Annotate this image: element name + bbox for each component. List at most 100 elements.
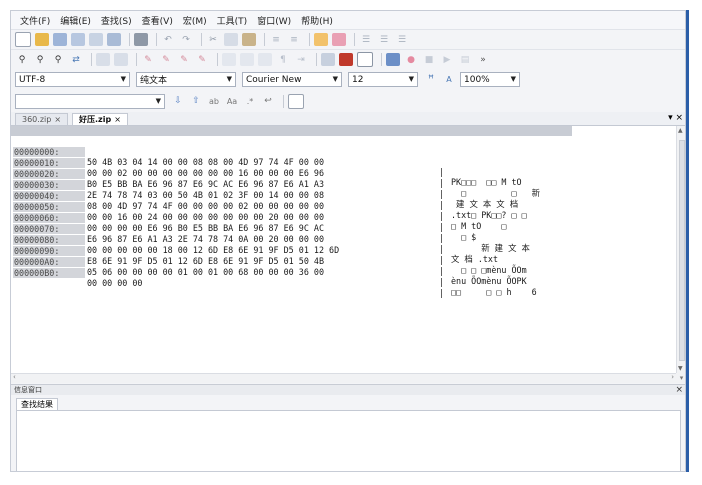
hex-row[interactable]: 000000B0: 00 00 00 00 | <box>11 258 444 298</box>
row-ascii[interactable]: □ □ □mènu ÕΟm <box>451 265 527 275</box>
scrollbar-thumb[interactable] <box>679 140 685 361</box>
save-icon[interactable] <box>53 33 67 46</box>
row-bytes[interactable]: 00 00 00 00 E6 96 B0 E5 BB BA E6 96 87 E… <box>87 223 324 233</box>
hex-row[interactable]: 00000030: 2E 74 78 74 03 00 50 4B 01 02 … <box>11 170 527 220</box>
clear-highlight-icon[interactable]: ✎ <box>195 53 209 66</box>
outdent-icon[interactable]: ≡ <box>287 33 301 46</box>
find-results-list[interactable] <box>16 410 681 471</box>
redo-icon[interactable]: ↷ <box>179 33 193 46</box>
search-up-icon[interactable]: ⇧ <box>189 95 203 108</box>
replace-icon[interactable]: ⇄ <box>69 53 83 66</box>
open-recent-icon[interactable] <box>89 33 103 46</box>
bookmark-icon[interactable] <box>114 53 128 66</box>
row-bytes[interactable]: 08 00 4D 97 74 4F 00 00 00 00 02 00 00 0… <box>87 201 324 211</box>
quick-search-input[interactable]: ▼ <box>15 93 165 109</box>
scroll-left-icon[interactable]: ‹ <box>13 373 16 381</box>
row-bytes[interactable]: 00 00 02 00 00 00 00 00 00 00 16 00 00 0… <box>87 168 324 178</box>
align-icon[interactable]: ☰ <box>377 33 391 46</box>
row-ascii[interactable]: □□ □ □ h 6 <box>451 287 537 297</box>
copy-icon[interactable] <box>224 33 238 46</box>
tab-360-zip[interactable]: 360.zip × <box>15 113 69 125</box>
font-select[interactable]: Courier New ▼ <box>242 72 342 87</box>
tab-haoya-zip[interactable]: 好压.zip × <box>72 113 128 125</box>
encoding-select[interactable]: UTF-8 ▼ <box>15 72 130 87</box>
row-ascii[interactable]: 建 文 本 文 档 <box>451 199 518 209</box>
row-ascii[interactable]: 文 档 .txt <box>451 254 498 264</box>
find-icon[interactable]: ⚲ <box>15 53 29 66</box>
row-ascii[interactable]: .txt□ PK□□? □ □ <box>451 210 527 220</box>
uncomment-icon[interactable] <box>332 33 346 46</box>
row-bytes[interactable]: 05 06 00 00 00 00 01 00 01 00 68 00 00 0… <box>87 267 324 277</box>
close-icon[interactable]: × <box>114 115 121 124</box>
menu-view[interactable]: 查看(V) <box>137 14 178 27</box>
horizontal-scrollbar[interactable]: ‹ › <box>11 373 676 383</box>
close-file-icon[interactable] <box>107 33 121 46</box>
whitespace-icon[interactable]: ⇥ <box>294 53 308 66</box>
pencil-icon[interactable]: ✎ <box>141 53 155 66</box>
row-bytes[interactable]: 00 00 00 00 <box>87 278 142 288</box>
stop-icon[interactable]: ■ <box>422 53 436 66</box>
hex-row[interactable]: 00000000: 50 4B 03 04 14 00 00 08 08 00 … <box>11 137 522 187</box>
find-in-files-icon[interactable] <box>288 93 304 109</box>
menu-help[interactable]: 帮助(H) <box>296 14 338 27</box>
open-folder-icon[interactable] <box>35 33 49 46</box>
row-bytes[interactable]: E6 96 87 E6 A1 A3 2E 74 78 74 0A 00 20 0… <box>87 234 324 244</box>
hex-row[interactable]: 00000010: 00 00 02 00 00 00 00 00 00 00 … <box>11 148 540 198</box>
paragraph-icon[interactable]: ¶ <box>276 53 290 66</box>
row-bytes[interactable]: E8 6E 91 9F D5 01 12 6D E8 6E 91 9F D5 0… <box>87 256 324 266</box>
hex-row[interactable]: 00000020: B0 E5 BB BA E6 96 87 E6 9C AC … <box>11 159 518 209</box>
new-file-icon[interactable] <box>15 32 31 47</box>
doc-type-select[interactable]: 纯文本 ▼ <box>136 72 236 87</box>
hex-row[interactable]: 00000090: E8 6E 91 9F D5 01 12 6D E8 6E … <box>11 236 527 286</box>
scroll-up-icon[interactable]: ▲ <box>678 127 683 134</box>
regex-icon[interactable]: .* <box>243 95 257 108</box>
save-all-icon[interactable] <box>71 33 85 46</box>
menu-search[interactable]: 查找(S) <box>96 14 137 27</box>
indent-icon[interactable]: ≡ <box>269 33 283 46</box>
match-case-icon[interactable]: ab <box>207 95 221 108</box>
row-bytes[interactable]: 2E 74 78 74 03 00 50 4B 01 02 3F 00 14 0… <box>87 190 324 200</box>
scroll-down-icon[interactable]: ▼ <box>678 365 683 372</box>
hex-row[interactable]: 00000060: 00 00 00 00 E6 96 B0 E5 BB BA … <box>11 203 530 253</box>
hex-editor[interactable]: Offset 00 01 02 03 04 05 06 07 08 09 0A … <box>11 126 676 373</box>
vertical-scrollbar[interactable]: ▲ ▼ <box>676 126 685 373</box>
hex-row[interactable]: 000000A0: 05 06 00 00 00 00 01 00 01 00 … <box>11 247 537 297</box>
menu-tools[interactable]: 工具(T) <box>212 14 253 27</box>
whole-word-icon[interactable]: Aa <box>225 95 239 108</box>
zoom-select[interactable]: 100% ▼ <box>460 72 520 87</box>
paste-icon[interactable] <box>242 33 256 46</box>
print-icon[interactable] <box>134 33 148 46</box>
toolbar-overflow-icon[interactable]: » <box>476 53 490 66</box>
cut-icon[interactable]: ✂ <box>206 33 220 46</box>
split-view-icon[interactable] <box>339 53 353 66</box>
compare-icon[interactable] <box>321 53 335 66</box>
goto-icon[interactable] <box>96 53 110 66</box>
hex-row[interactable]: 00000050: 00 00 16 00 24 00 00 00 00 00 … <box>11 192 476 242</box>
menu-macro[interactable]: 宏(M) <box>178 14 212 27</box>
find-prev-icon[interactable]: ⚲ <box>51 53 65 66</box>
hex-row[interactable]: 00000080: 00 00 00 00 00 18 00 12 6D E8 … <box>11 225 527 275</box>
record-icon[interactable]: ● <box>404 53 418 66</box>
row-bytes[interactable]: 00 00 00 00 00 18 00 12 6D E8 6E 91 9F D… <box>87 245 339 255</box>
menu-file[interactable]: 文件(F) <box>15 14 55 27</box>
macro-icon[interactable] <box>386 53 400 66</box>
hex-row[interactable]: 00000040: 08 00 4D 97 74 4F 00 00 00 00 … <box>11 181 506 231</box>
row-bytes[interactable]: 00 00 16 00 24 00 00 00 00 00 00 00 20 0… <box>87 212 324 222</box>
row-ascii[interactable]: □ □ 新 <box>451 188 540 198</box>
row-bytes[interactable]: 50 4B 03 04 14 00 00 08 08 00 4D 97 74 4… <box>87 157 324 167</box>
marker-icon[interactable]: ✎ <box>159 53 173 66</box>
hex-mode-icon[interactable] <box>240 53 254 66</box>
play-icon[interactable]: ▶ <box>440 53 454 66</box>
highlight-icon[interactable]: ✎ <box>177 53 191 66</box>
wrap-icon[interactable] <box>258 53 272 66</box>
row-ascii[interactable]: ènu ÕΟmènu ÕΟPK <box>451 276 527 286</box>
comment-icon[interactable] <box>314 33 328 46</box>
close-icon[interactable]: × <box>54 115 61 124</box>
row-ascii[interactable]: □ M tO □ <box>451 221 506 231</box>
row-ascii[interactable]: 新 建 文 本 <box>451 243 530 253</box>
run-multiple-icon[interactable]: ▤ <box>458 53 472 66</box>
column-mode-icon[interactable] <box>222 53 236 66</box>
row-ascii[interactable]: PK□□□ □□ M tO <box>451 177 522 187</box>
find-next-icon[interactable]: ⚲ <box>33 53 47 66</box>
scroll-right-icon[interactable]: › <box>671 373 674 381</box>
